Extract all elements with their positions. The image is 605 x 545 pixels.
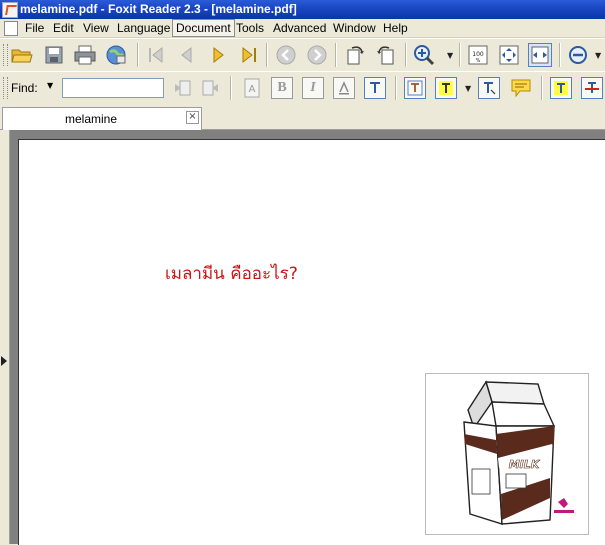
svg-text:A: A bbox=[249, 84, 256, 95]
menu-help[interactable]: Help bbox=[380, 20, 411, 36]
tab-close-icon[interactable]: × bbox=[186, 111, 199, 124]
title-bar: melamine.pdf - Foxit Reader 2.3 - [melam… bbox=[0, 0, 605, 19]
print-icon[interactable] bbox=[73, 43, 97, 67]
window-title: melamine.pdf - Foxit Reader 2.3 - [melam… bbox=[20, 2, 297, 16]
web-icon[interactable] bbox=[104, 43, 128, 67]
menu-document[interactable]: Document bbox=[172, 19, 235, 37]
menu-view[interactable]: View bbox=[80, 20, 112, 36]
forward-icon[interactable] bbox=[305, 43, 329, 67]
zoom-out-dropdown-arrow[interactable]: ▼ bbox=[595, 51, 601, 60]
tab-label: melamine bbox=[65, 112, 118, 126]
bold-icon[interactable]: B bbox=[271, 77, 293, 99]
underline-icon[interactable] bbox=[333, 77, 355, 99]
fit-width-icon[interactable] bbox=[528, 43, 552, 67]
open-icon[interactable] bbox=[10, 43, 34, 67]
toolbar-separator bbox=[266, 43, 268, 67]
zoom-out-icon[interactable] bbox=[566, 43, 590, 67]
zoom-in-icon[interactable] bbox=[412, 43, 436, 67]
main-toolbar: ▼ 100% ▼ bbox=[0, 38, 605, 72]
toolbar-separator bbox=[541, 76, 543, 100]
text-tool-icon[interactable] bbox=[364, 77, 386, 99]
tab-melamine[interactable]: melamine × bbox=[2, 107, 202, 130]
menu-language[interactable]: Language bbox=[114, 20, 173, 36]
expand-panel-icon[interactable] bbox=[1, 356, 7, 366]
find-input[interactable] bbox=[62, 78, 164, 98]
toolbar-separator bbox=[395, 76, 397, 100]
menu-file[interactable]: File bbox=[22, 20, 47, 36]
app-icon[interactable] bbox=[2, 2, 18, 18]
typewriter-icon[interactable] bbox=[478, 77, 500, 99]
fit-page-icon[interactable] bbox=[497, 43, 521, 67]
first-page-icon[interactable] bbox=[144, 43, 168, 67]
find-label: Find: bbox=[11, 81, 38, 95]
menu-edit[interactable]: Edit bbox=[50, 20, 77, 36]
menu-bar: File Edit View Language Document Tools A… bbox=[0, 19, 605, 38]
back-icon[interactable] bbox=[274, 43, 298, 67]
zoom-dropdown-arrow[interactable]: ▼ bbox=[447, 51, 453, 60]
milk-carton-illustration: MILK bbox=[463, 380, 574, 525]
svg-text:100: 100 bbox=[472, 51, 484, 58]
highlight-icon[interactable] bbox=[435, 77, 457, 99]
toolbar-separator bbox=[335, 43, 337, 67]
find-previous-icon[interactable] bbox=[170, 76, 194, 100]
toolbar-separator bbox=[137, 43, 139, 67]
pdf-page[interactable]: เมลามีน คืออะไร? MILK bbox=[18, 139, 605, 545]
highlight-dropdown-arrow[interactable]: ▼ bbox=[465, 84, 471, 93]
milk-carton-image: MILK bbox=[425, 373, 589, 535]
document-viewer[interactable]: เมลามีน คืออะไร? MILK bbox=[0, 130, 605, 545]
next-page-icon[interactable] bbox=[206, 43, 230, 67]
find-toolbar: Find: ▼ A B I ▼ bbox=[0, 71, 605, 105]
text-select-icon[interactable]: A bbox=[240, 76, 264, 100]
find-options-arrow[interactable]: ▼ bbox=[47, 81, 53, 90]
toolbar-separator bbox=[559, 43, 561, 67]
highlight-text-icon[interactable] bbox=[550, 77, 572, 99]
last-page-icon[interactable] bbox=[237, 43, 261, 67]
left-panel-toggle[interactable] bbox=[0, 130, 10, 544]
menu-tools[interactable]: Tools bbox=[233, 20, 267, 36]
svg-text:%: % bbox=[476, 58, 481, 64]
toolbar-separator bbox=[405, 43, 407, 67]
document-heading: เมลามีน คืออะไร? bbox=[165, 264, 298, 284]
rotate-left-icon[interactable] bbox=[343, 43, 367, 67]
carton-label: MILK bbox=[509, 458, 541, 471]
text-box-icon[interactable] bbox=[404, 77, 426, 99]
find-next-icon[interactable] bbox=[199, 76, 223, 100]
toolbar-grip[interactable] bbox=[3, 77, 8, 99]
note-icon[interactable] bbox=[509, 76, 533, 100]
actual-size-icon[interactable]: 100% bbox=[466, 43, 490, 67]
previous-page-icon[interactable] bbox=[175, 43, 199, 67]
menu-advanced[interactable]: Advanced bbox=[270, 20, 329, 36]
save-icon[interactable] bbox=[42, 43, 66, 67]
menu-window[interactable]: Window bbox=[330, 20, 379, 36]
document-tab-strip: melamine × bbox=[0, 104, 605, 130]
italic-icon[interactable]: I bbox=[302, 77, 324, 99]
toolbar-grip[interactable] bbox=[3, 44, 8, 66]
document-icon[interactable] bbox=[4, 21, 18, 36]
strikeout-icon[interactable] bbox=[581, 77, 603, 99]
toolbar-separator bbox=[230, 76, 232, 100]
rotate-right-icon[interactable] bbox=[374, 43, 398, 67]
toolbar-separator bbox=[459, 43, 461, 67]
